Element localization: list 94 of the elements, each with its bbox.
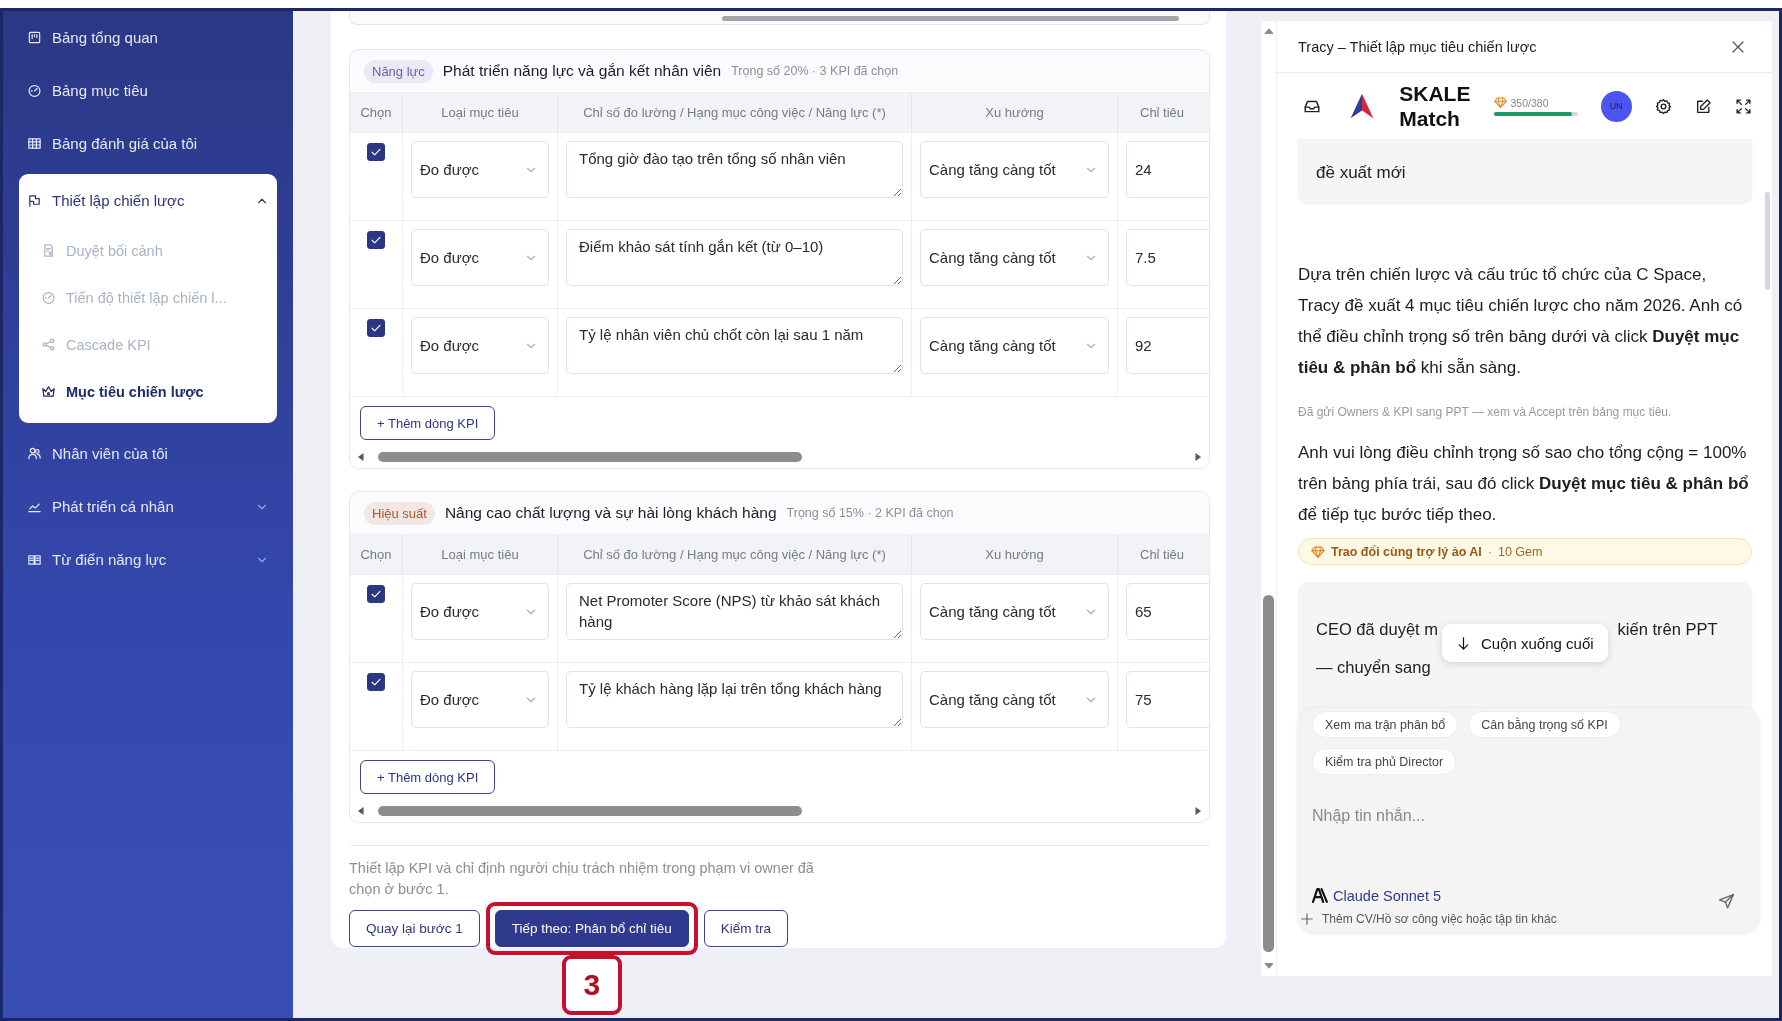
separator-dot: ·: [1487, 544, 1492, 559]
sidebar-item[interactable]: Từ điển năng lực: [19, 533, 277, 586]
send-icon[interactable]: [1718, 893, 1735, 910]
scroll-right-icon[interactable]: [1193, 452, 1203, 462]
gem-count: 350/380: [1510, 96, 1549, 109]
message-field[interactable]: Nhập tin nhắn...: [1312, 801, 1749, 831]
target-field[interactable]: 7.5: [1126, 229, 1209, 286]
metric-field[interactable]: Tỷ lệ nhân viên chủ chốt còn lại sau 1 năm: [566, 317, 903, 374]
metric-field[interactable]: Tổng giờ đào tạo trên tổng số nhân viên: [566, 141, 903, 198]
sidebar-item[interactable]: Bảng tổng quan: [19, 11, 277, 64]
trend-dropdown[interactable]: Càng tăng càng tốt: [920, 583, 1109, 640]
action-button[interactable]: Kiểm tra: [703, 910, 789, 947]
flag-icon: [27, 193, 42, 208]
next-button[interactable]: Tiếp theo: Phân bổ chỉ tiêu: [494, 910, 689, 947]
status-note: Đã gửi Owners & KPI sang PPT — xem và Accept trên bảng mục tiêu.: [1298, 405, 1673, 419]
add-kpi-button[interactable]: + Thêm dòng KPI: [360, 760, 496, 794]
type-dropdown[interactable]: Đo được: [411, 671, 549, 728]
section-meta: Trọng số 20% · 3 KPI đã chọn: [731, 64, 899, 78]
board-icon: [27, 30, 42, 45]
message-text: Anh vui lòng điều chỉnh trọng số sao cho tổng cộng = 100% trên bảng phía trái, sau đó click Duyệt mục tiêu & phân bổ để tiếp tục bước tiếp theo.: [1298, 442, 1750, 526]
document-icon: [41, 243, 56, 258]
metric-field[interactable]: Net Promoter Score (NPS) từ khảo sát khách hàng: [566, 583, 903, 640]
action-button[interactable]: Quay lại bước 1: [349, 910, 480, 947]
suggestion-chip[interactable]: Kiểm tra phủ Director: [1312, 748, 1457, 775]
type-dropdown[interactable]: Đo được: [411, 229, 549, 286]
sidebar-item[interactable]: Bảng mục tiêu: [19, 64, 277, 117]
category-tag: Hiệu suất: [364, 501, 435, 525]
section-meta: Trọng số 15% · 2 KPI đã chọn: [786, 506, 954, 520]
gauge-icon: [27, 83, 42, 98]
attach-link[interactable]: Thêm CV/Hồ sơ công việc hoặc tập tin khác: [1322, 912, 1557, 926]
type-dropdown[interactable]: Đo được: [411, 583, 549, 640]
share-icon: [41, 337, 56, 352]
submenu-item[interactable]: Mục tiêu chiến lược: [19, 368, 277, 415]
target-field[interactable]: 75: [1126, 671, 1209, 728]
panel-title: Tracy – Thiết lập mục tiêu chiến lược: [1298, 38, 1537, 55]
checkbox[interactable]: [367, 143, 385, 161]
scrollbar-thumb[interactable]: [1263, 595, 1274, 952]
scroll-up-icon[interactable]: [1262, 25, 1275, 37]
suggestion-chip[interactable]: Xem ma trận phân bổ: [1312, 711, 1459, 738]
step-badge: 3: [561, 955, 622, 1015]
message-text: Dựa trên chiến lược và cấu trúc tổ chức của C Space, Tracy đề xuất 4 mục tiêu chiến lược cho năm 2026. Anh có thể điều chỉnh trọng số trên bảng dưới và click Duyệt mục tiêu & phân bổ khi sẵn sàng.: [1298, 264, 1744, 379]
scroll-right-icon[interactable]: [1193, 806, 1203, 816]
table-icon: [27, 136, 42, 151]
gauge-icon: [41, 290, 56, 305]
book-icon: [27, 552, 42, 567]
scrollbar-thumb[interactable]: [1765, 192, 1770, 290]
sidebar-item[interactable]: Phát triển cá nhân: [19, 480, 277, 533]
trend-dropdown[interactable]: Càng tăng càng tốt: [920, 671, 1109, 728]
scrollbar-thumb[interactable]: [378, 806, 802, 816]
type-dropdown[interactable]: Đo được: [411, 317, 549, 374]
crown-icon: [41, 384, 56, 399]
scrollbar-thumb[interactable]: [378, 452, 802, 462]
add-kpi-button[interactable]: + Thêm dòng KPI: [360, 406, 496, 440]
type-dropdown[interactable]: Đo được: [411, 141, 549, 198]
trend-dropdown[interactable]: Càng tăng càng tốt: [920, 229, 1109, 286]
scroll-left-icon[interactable]: [356, 806, 366, 816]
message-bubble: đề xuất mới: [1298, 139, 1752, 203]
category-tag: Năng lực: [364, 59, 433, 83]
metric-field[interactable]: Điểm khảo sát tính gắn kết (từ 0–10): [566, 229, 903, 286]
suggestion-chip[interactable]: Cân bằng trọng số KPI: [1468, 711, 1621, 738]
edit-icon[interactable]: [1694, 97, 1712, 115]
settings-icon[interactable]: [1654, 97, 1672, 115]
gem-icon: [1311, 544, 1325, 559]
section-title: Phát triển năng lực và gắn kết nhân viên: [442, 62, 722, 80]
scroll-down-button[interactable]: Cuộn xuống cuối: [1442, 624, 1608, 662]
checkbox[interactable]: [367, 319, 385, 337]
people-icon: [27, 446, 42, 461]
target-field[interactable]: 24: [1126, 141, 1209, 198]
gem-icon: [1493, 96, 1507, 109]
model-name[interactable]: Claude Sonnet 5: [1333, 887, 1442, 904]
section-title: Nâng cao chất lượng và sự hài lòng khách hàng: [444, 504, 777, 522]
model-logo-icon: [1312, 887, 1329, 904]
checkbox[interactable]: [367, 673, 385, 691]
sidebar-item[interactable]: Nhân viên của tôi: [19, 427, 277, 480]
trend-dropdown[interactable]: Càng tăng càng tốt: [920, 141, 1109, 198]
gem-cost: 10 Gem: [1498, 544, 1543, 559]
message-text: CEO đã duyệt m: [1316, 619, 1438, 640]
sidebar-item[interactable]: Thiết lập chiến lược: [19, 174, 277, 227]
target-field[interactable]: 92: [1126, 317, 1209, 374]
message-text: — chuyển sang: [1316, 657, 1431, 678]
trend-dropdown[interactable]: Càng tăng càng tốt: [920, 317, 1109, 374]
footer-note: Thiết lập KPI và chỉ định người chịu trách nhiệm trong phạm vi owner đã chọn ở bước 1.: [349, 859, 815, 899]
message-text: kiến trên PPT: [1617, 619, 1718, 640]
scroll-left-icon[interactable]: [356, 452, 366, 462]
sidebar-item[interactable]: Bảng đánh giá của tôi: [19, 117, 277, 170]
brand-name: SKALE Match: [1399, 81, 1471, 131]
banner-label: Trao đổi cùng trợ lý ảo AI: [1331, 544, 1482, 559]
checkbox[interactable]: [367, 231, 385, 249]
checkbox[interactable]: [367, 585, 385, 603]
metric-field[interactable]: Tỷ lệ khách hàng lặp lại trên tổng khách hàng: [566, 671, 903, 728]
arrow-down-icon: [1456, 635, 1471, 651]
fullscreen-icon[interactable]: [1734, 97, 1752, 115]
scroll-down-icon[interactable]: [1262, 960, 1275, 972]
target-field[interactable]: 65: [1126, 583, 1209, 640]
